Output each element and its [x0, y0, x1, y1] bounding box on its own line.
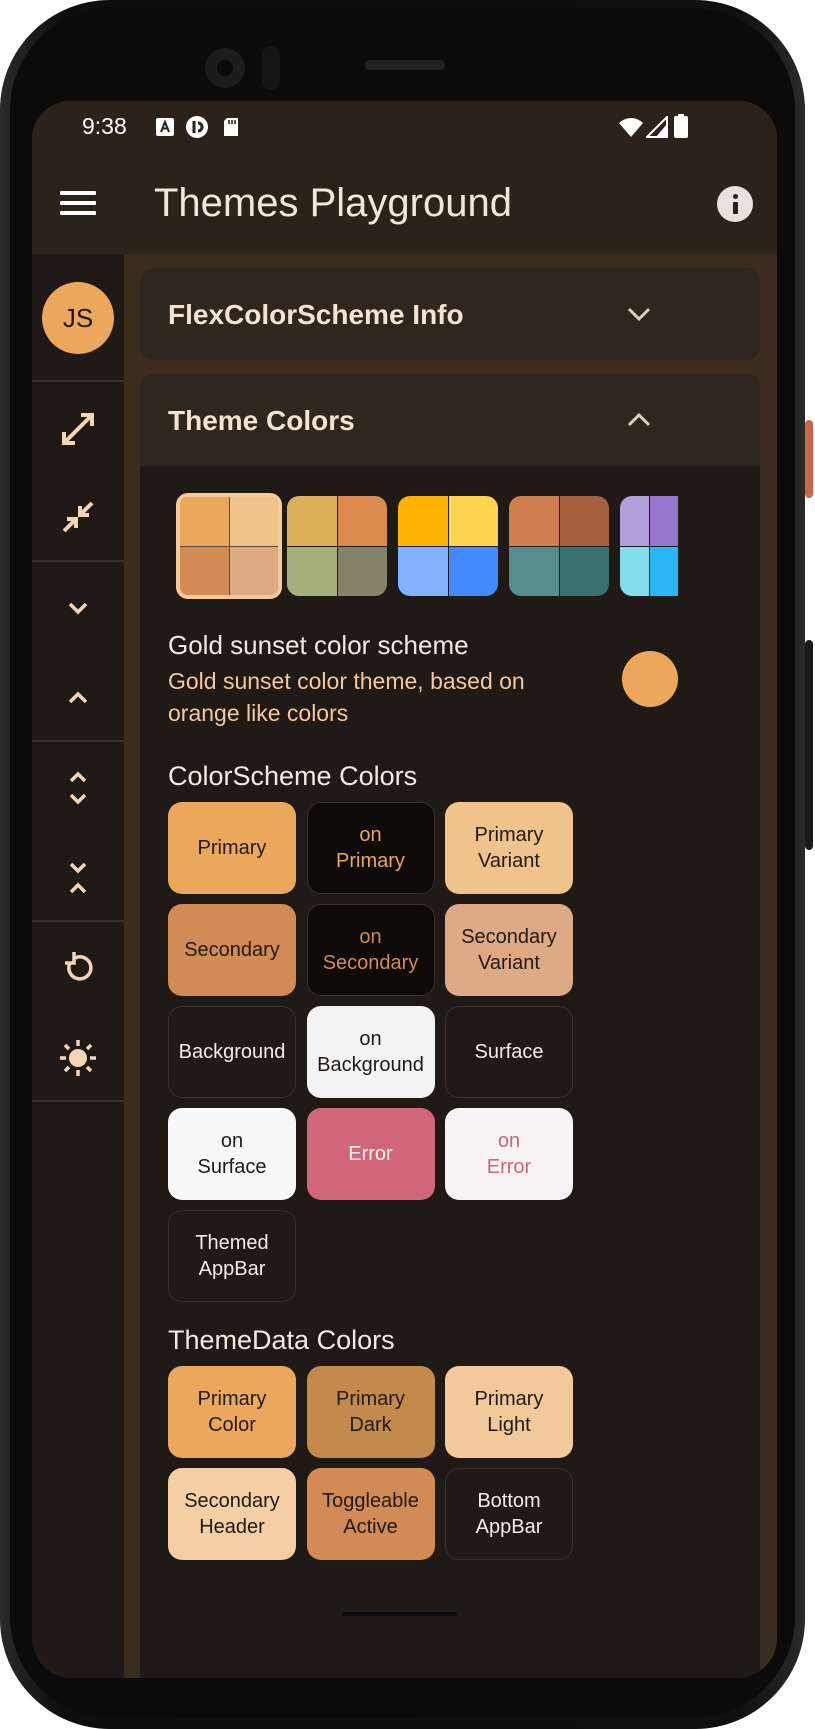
swatch-quadrant: [180, 497, 229, 546]
avatar: JS: [42, 282, 114, 354]
app-notification-icon: [186, 116, 208, 138]
font-a-icon: [156, 118, 174, 136]
color-tile[interactable]: Surface: [445, 1006, 573, 1098]
chevron-down-icon: [68, 602, 88, 615]
unfold-more-icon: [69, 771, 87, 805]
navigation-rail: JS: [32, 254, 124, 1678]
themedata-section-title: ThemeData Colors: [168, 1325, 395, 1355]
swatch-quadrant: [337, 496, 387, 546]
swatch-quadrant: [229, 497, 278, 546]
chevron-down-icon[interactable]: [626, 301, 652, 327]
scheme-color-dot[interactable]: [622, 651, 678, 707]
power-button: [805, 420, 813, 498]
sd-card-icon: [224, 118, 238, 136]
theme-colors-card: Theme Colors Gold sunset color scheme Go…: [140, 374, 760, 1678]
swatch-quadrant: [559, 546, 609, 596]
collapse-diagonal-icon: [62, 501, 94, 533]
color-tile[interactable]: Primary: [168, 802, 296, 894]
collapse-sections-button[interactable]: [32, 830, 124, 926]
rail-header: [32, 153, 124, 254]
scheme-swatch[interactable]: [287, 496, 387, 596]
status-time: 9:38: [82, 113, 127, 139]
chevron-up-button[interactable]: [32, 650, 124, 746]
color-tile[interactable]: on Surface: [168, 1108, 296, 1200]
color-tile[interactable]: Toggleable Active: [306, 1468, 435, 1560]
chevron-up-icon: [68, 691, 88, 704]
swatch-quadrant: [287, 496, 337, 546]
volume-button: [805, 640, 813, 850]
swatch-quadrant: [509, 496, 559, 546]
swatch-quadrant: [620, 546, 649, 596]
swatch-quadrant: [649, 546, 678, 596]
scheme-swatch[interactable]: [176, 493, 282, 599]
colorscheme-section-title: ColorScheme Colors: [168, 761, 418, 791]
info-card[interactable]: FlexColorScheme Info: [140, 268, 760, 360]
theme-colors-header[interactable]: Theme Colors: [140, 374, 760, 466]
swatch-quadrant: [180, 546, 229, 595]
app-bar: Themes Playground: [32, 153, 777, 254]
color-tile[interactable]: Secondary Variant: [445, 904, 573, 996]
color-tile[interactable]: on Error: [445, 1108, 573, 1200]
refresh-icon: [65, 952, 93, 981]
screen: 9:38 Themes Playground JS FlexColorSchem…: [32, 101, 777, 1678]
status-bar: 9:38: [32, 101, 777, 153]
swatch-quadrant: [559, 496, 609, 546]
color-tile[interactable]: Bottom AppBar: [445, 1468, 573, 1560]
avatar-button[interactable]: JS: [32, 270, 124, 366]
cellular-signal-icon: [646, 116, 668, 138]
swatch-quadrant: [287, 546, 337, 596]
swatch-quadrant: [620, 496, 649, 546]
front-camera: [205, 48, 245, 88]
battery-icon: [674, 114, 688, 138]
color-tile[interactable]: Secondary Header: [168, 1468, 296, 1560]
collapse-all-button[interactable]: [32, 469, 124, 565]
main-content: FlexColorScheme Info Theme Colors Gold s…: [124, 254, 777, 1678]
info-icon[interactable]: [717, 186, 753, 222]
theme-colors-title: Theme Colors: [168, 405, 355, 436]
earpiece-speaker: [365, 60, 445, 70]
reset-button[interactable]: [32, 920, 124, 1016]
expand-diagonal-icon: [62, 413, 94, 445]
phone-frame: 9:38 Themes Playground JS FlexColorSchem…: [0, 0, 815, 1729]
swatch-quadrant: [229, 546, 278, 595]
info-card-title: FlexColorScheme Info: [168, 299, 464, 330]
color-tile[interactable]: Primary Dark: [306, 1366, 435, 1458]
color-tile[interactable]: Primary Light: [445, 1366, 573, 1458]
page-title: Themes Playground: [154, 181, 512, 225]
color-tile[interactable]: Primary Variant: [445, 802, 573, 894]
home-indicator[interactable]: [342, 1612, 457, 1616]
swatch-quadrant: [448, 496, 498, 546]
swatch-quadrant: [509, 546, 559, 596]
color-tile[interactable]: on Secondary: [306, 904, 435, 996]
scheme-swatch[interactable]: [398, 496, 498, 596]
chevron-down-button[interactable]: [32, 560, 124, 656]
expand-all-button[interactable]: [32, 381, 124, 477]
swatch-quadrant: [649, 496, 678, 546]
scheme-name: Gold sunset color scheme: [168, 630, 469, 660]
sensor: [262, 46, 280, 90]
scheme-swatch[interactable]: [509, 496, 609, 596]
color-tile[interactable]: Themed AppBar: [168, 1210, 296, 1302]
scheme-description: Gold sunset color theme, based on orange…: [168, 668, 525, 726]
scheme-swatch[interactable]: [620, 496, 678, 596]
color-tile[interactable]: Primary Color: [168, 1366, 296, 1458]
swatch-quadrant: [448, 546, 498, 596]
chevron-up-icon[interactable]: [626, 407, 652, 433]
swatch-quadrant: [337, 546, 387, 596]
color-tile[interactable]: on Primary: [306, 802, 435, 894]
swatch-quadrant: [398, 546, 448, 596]
unfold-less-icon: [69, 862, 87, 894]
brightness-icon: [60, 1040, 96, 1076]
rail-divider: [32, 1100, 124, 1102]
theme-mode-button[interactable]: [32, 1010, 124, 1106]
color-tile[interactable]: Error: [306, 1108, 435, 1200]
swatch-quadrant: [398, 496, 448, 546]
color-tile[interactable]: on Background: [306, 1006, 435, 1098]
expand-sections-button[interactable]: [32, 740, 124, 836]
color-tile[interactable]: Secondary: [168, 904, 296, 996]
wifi-icon: [619, 118, 643, 137]
color-tile[interactable]: Background: [168, 1006, 296, 1098]
